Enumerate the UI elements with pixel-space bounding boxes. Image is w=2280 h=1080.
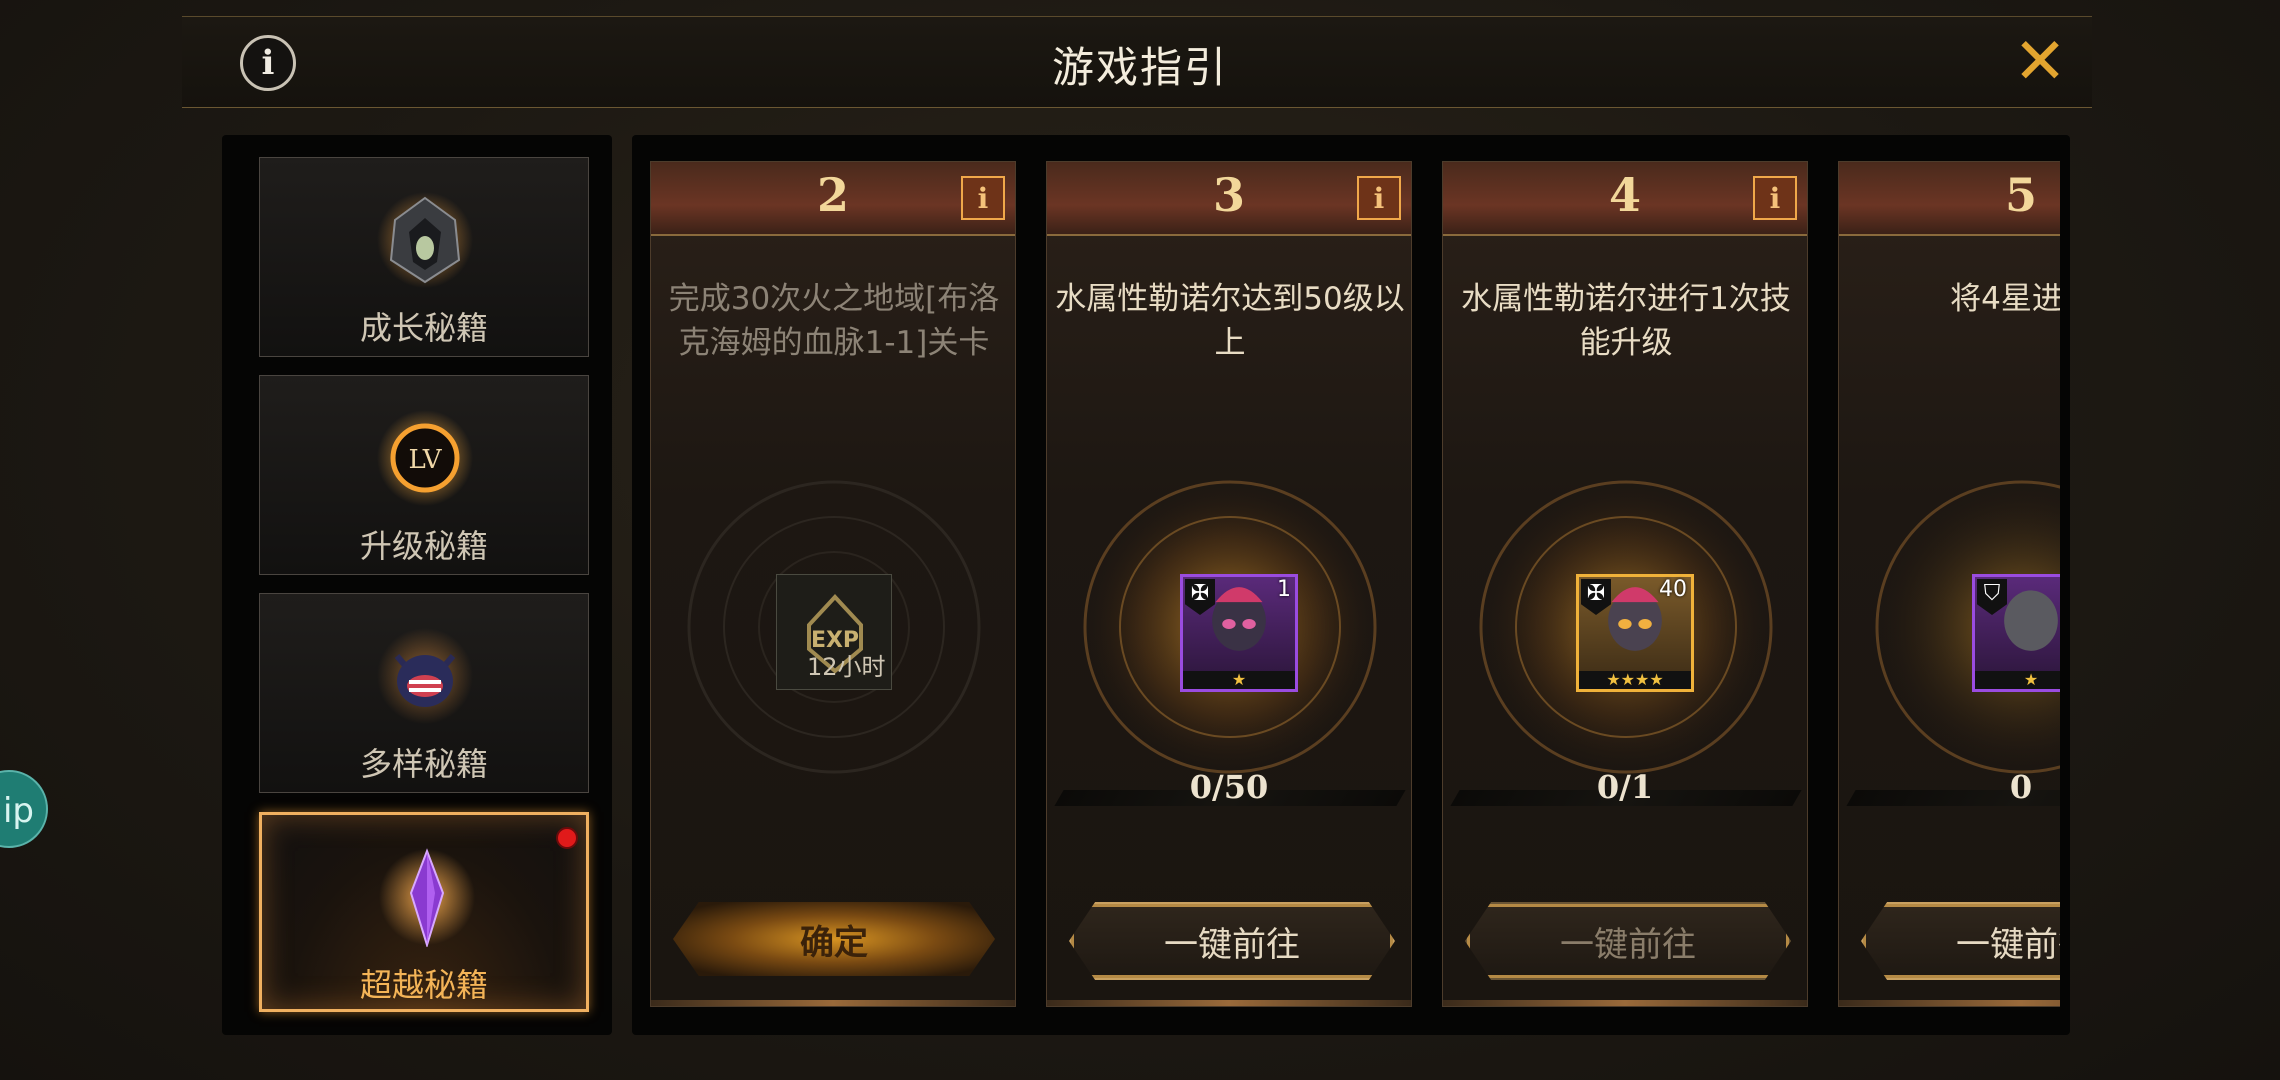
helmet-icon: [377, 192, 473, 288]
reward-hero-item[interactable]: ✠ 1 ★: [1180, 574, 1298, 692]
sidebar-item-label: 升级秘籍: [359, 527, 488, 565]
card-info-button[interactable]: i: [961, 176, 1005, 220]
card-info-button[interactable]: i: [1357, 176, 1401, 220]
go-button[interactable]: 一键前往: [1465, 902, 1791, 980]
page-title: 游戏指引: [1051, 43, 1228, 92]
card-header: 3 i: [1047, 162, 1411, 236]
progress-text: 0/50: [1189, 768, 1269, 806]
mission-panel: 2 i 完成30次火之地域[布洛克海姆的血脉1-1]关卡 EXP 12小时 确定: [632, 135, 2070, 1035]
confirm-button[interactable]: 确定: [673, 902, 995, 976]
mission-card: 2 i 完成30次火之地域[布洛克海姆的血脉1-1]关卡 EXP 12小时 确定: [650, 161, 1016, 1007]
svg-text:LV: LV: [409, 445, 443, 475]
card-number: 5: [2004, 168, 2037, 222]
reward-duration: 12小时: [807, 653, 886, 681]
go-button[interactable]: 一键前往: [1861, 902, 2060, 980]
floating-assistant-button[interactable]: ip: [0, 770, 48, 848]
card-description: 完成30次火之地域[布洛克海姆的血脉1-1]关卡: [668, 281, 1000, 361]
card-info-button[interactable]: i: [1753, 176, 1797, 220]
hero-stars: ★: [1975, 671, 2060, 689]
sidebar-item-label: 多样秘籍: [359, 745, 488, 783]
mission-card: 5 i 将4星进化 ⛉ ★ 0 一键前往: [1838, 161, 2060, 1007]
lv-badge-icon: LV: [377, 410, 473, 506]
card-description: 水属性勒诺尔进行1次技能升级: [1461, 281, 1791, 361]
progress-text: 0/1: [1596, 768, 1654, 806]
mission-card: 3 i 水属性勒诺尔达到50级以上 ✠ 1 ★ 0/50 一键前往: [1046, 161, 1412, 1007]
card-footer-line: [1047, 1000, 1411, 1006]
hero-stars: ★★★★: [1579, 671, 1691, 689]
sidebar: 成长秘籍 LV 升级秘籍 多样秘籍 超越秘籍: [222, 135, 612, 1035]
card-header: 2 i: [651, 162, 1015, 236]
card-header: 4 i: [1443, 162, 1807, 236]
card-footer-line: [1443, 1000, 1807, 1006]
sidebar-item-label: 成长秘籍: [359, 309, 488, 347]
card-footer-line: [1839, 1000, 2060, 1006]
monster-mouth-icon: [377, 628, 473, 724]
go-button[interactable]: 一键前往: [1069, 902, 1395, 980]
sidebar-item-growth[interactable]: 成长秘籍: [259, 157, 589, 357]
close-button[interactable]: ✕: [2010, 30, 2070, 94]
sidebar-item-transcend[interactable]: 超越秘籍: [259, 812, 589, 1012]
hero-stars: ★: [1183, 671, 1295, 689]
mission-card: 4 i 水属性勒诺尔进行1次技能升级 ✠ 40 ★★★★ 0/1 一键前往: [1442, 161, 1808, 1007]
sidebar-item-variety[interactable]: 多样秘籍: [259, 593, 589, 793]
sidebar-item-upgrade[interactable]: LV 升级秘籍: [259, 375, 589, 575]
notification-dot: [556, 827, 578, 849]
progress-text: 0: [2009, 768, 2033, 806]
card-description: 水属性勒诺尔达到50级以上: [1055, 281, 1405, 361]
card-header: 5 i: [1839, 162, 2060, 236]
reward-hero-item[interactable]: ⛉ ★: [1972, 574, 2060, 692]
reward-exp-item[interactable]: EXP 12小时: [776, 574, 892, 690]
sidebar-item-label: 超越秘籍: [359, 966, 488, 1004]
reward-hero-item[interactable]: ✠ 40 ★★★★: [1576, 574, 1694, 692]
card-footer-line: [651, 1000, 1015, 1006]
hero-level: 1: [1277, 577, 1291, 602]
card-description: 将4星进化: [1950, 281, 2060, 317]
card-list[interactable]: 2 i 完成30次火之地域[布洛克海姆的血脉1-1]关卡 EXP 12小时 确定: [650, 161, 2060, 1011]
hero-level: 40: [1659, 577, 1687, 602]
close-icon: ✕: [2013, 25, 2067, 99]
crystal-icon: [379, 848, 475, 947]
